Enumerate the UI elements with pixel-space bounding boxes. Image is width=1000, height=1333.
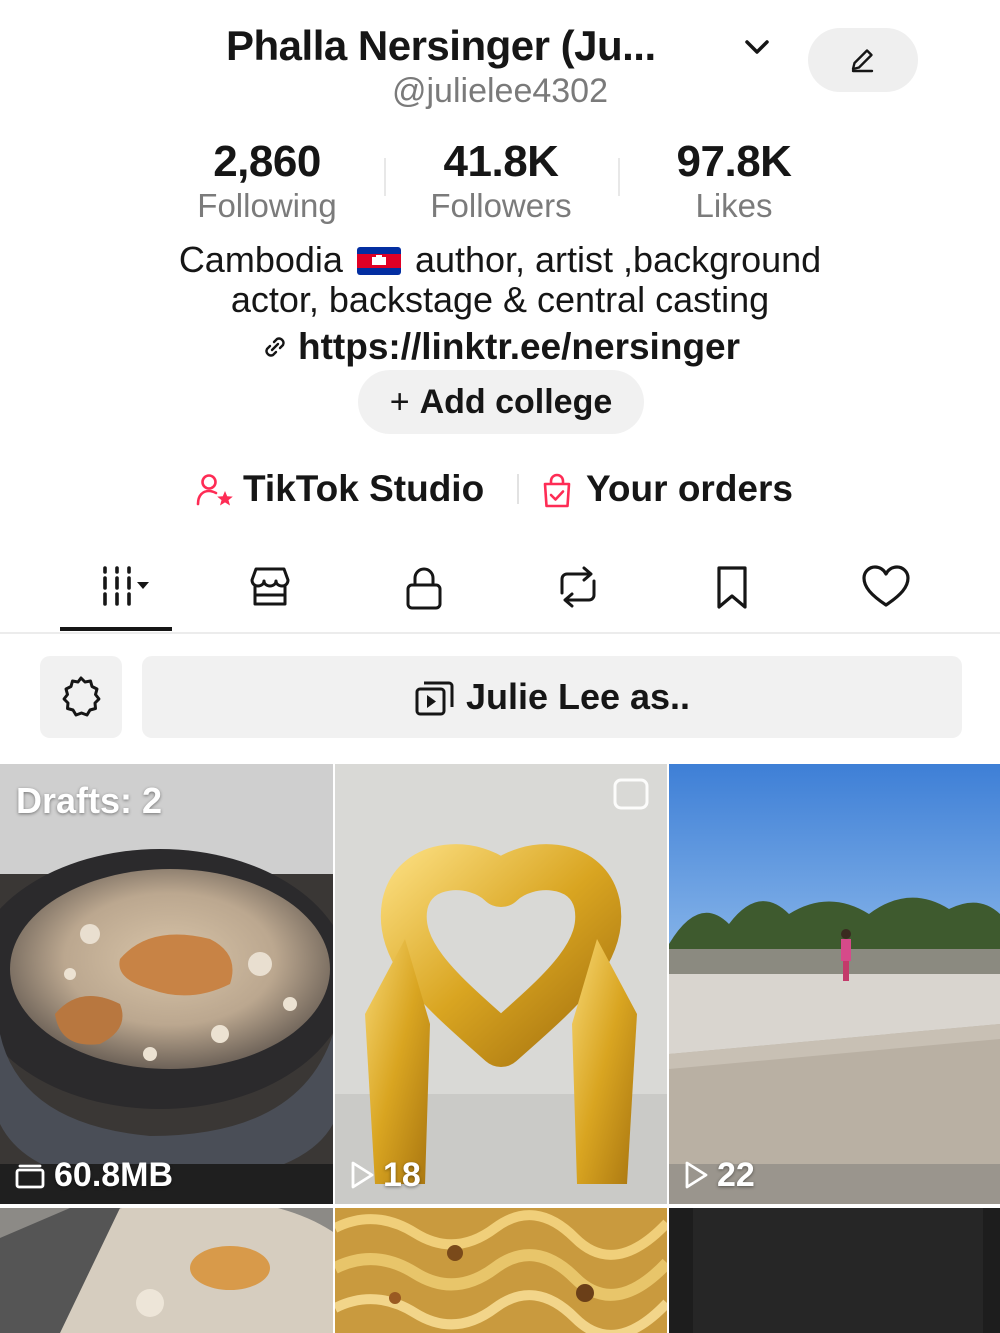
bio-line-2: actor, backstage & central casting bbox=[230, 279, 770, 320]
your-orders-label: Your orders bbox=[586, 468, 793, 509]
video-thumbnail bbox=[0, 1208, 333, 1333]
stat-divider bbox=[384, 158, 386, 196]
video-tile[interactable] bbox=[335, 1208, 667, 1333]
following-count: 2,860 bbox=[213, 137, 321, 186]
followers-label: Followers bbox=[430, 187, 572, 224]
add-college-label: Add college bbox=[419, 383, 613, 421]
chevron-down-icon[interactable] bbox=[742, 32, 772, 62]
view-count-text: 18 bbox=[383, 1156, 421, 1194]
shortcut-divider bbox=[517, 474, 519, 504]
video-thumbnail bbox=[669, 1208, 1000, 1333]
video-thumbnail bbox=[335, 1208, 667, 1333]
video-tile[interactable]: 22 bbox=[669, 764, 1000, 1204]
video-tile[interactable] bbox=[669, 1208, 1000, 1333]
video-tile[interactable]: 18 bbox=[335, 764, 667, 1204]
view-count-text: 22 bbox=[717, 1156, 755, 1194]
lock-icon bbox=[406, 567, 442, 610]
drafts-tile[interactable]: Drafts: 2 60.8MB bbox=[0, 764, 333, 1204]
playlist-icon bbox=[415, 681, 454, 716]
bio-link-text: https://linktr.ee/nersinger bbox=[297, 326, 741, 367]
video-grid: Drafts: 2 60.8MB 18 22 bbox=[0, 764, 1000, 1333]
drafts-size: 60.8MB bbox=[14, 1156, 173, 1195]
bio-text: author, artist ,background bbox=[414, 239, 822, 280]
play-icon bbox=[351, 1161, 374, 1189]
tab-videos[interactable] bbox=[60, 556, 170, 626]
playlist-label: Julie Lee as.. bbox=[465, 676, 691, 717]
settings-button[interactable] bbox=[40, 656, 122, 738]
creator-star-icon bbox=[196, 474, 233, 506]
videos-grid-icon bbox=[103, 566, 149, 606]
bio-line-1: Cambodia author, artist ,background bbox=[0, 240, 1000, 280]
grid-toolbar: Julie Lee as.. bbox=[0, 656, 1000, 740]
tab-liked[interactable] bbox=[831, 556, 941, 626]
your-orders-button[interactable]: Your orders bbox=[538, 466, 818, 516]
followers-count: 41.8K bbox=[443, 137, 559, 186]
gear-icon bbox=[62, 676, 101, 717]
video-tile[interactable] bbox=[0, 1208, 333, 1333]
profile-shortcuts: TikTok Studio Your orders bbox=[0, 466, 1000, 516]
bio-link[interactable]: https://linktr.ee/nersinger bbox=[0, 326, 1000, 368]
heart-icon bbox=[862, 565, 910, 607]
following-stat[interactable]: 2,860 Following bbox=[157, 138, 377, 226]
shop-icon bbox=[250, 567, 290, 606]
cambodia-flag-icon bbox=[356, 247, 401, 275]
playlist-button[interactable]: Julie Lee as.. bbox=[142, 656, 962, 738]
profile-header: Phalla Nersinger (Ju... bbox=[0, 18, 1000, 92]
likes-count: 97.8K bbox=[676, 137, 792, 186]
followers-stat[interactable]: 41.8K Followers bbox=[391, 138, 611, 226]
drafts-label: Drafts: 2 bbox=[16, 780, 163, 821]
tab-private[interactable] bbox=[369, 556, 479, 626]
view-count: 18 bbox=[349, 1156, 421, 1195]
profile-stats: 2,860 Following 41.8K Followers 97.8K Li… bbox=[0, 138, 1000, 228]
likes-stat[interactable]: 97.8K Likes bbox=[624, 138, 844, 226]
link-icon bbox=[265, 337, 285, 357]
drafts-thumbnail bbox=[0, 764, 333, 1204]
following-label: Following bbox=[197, 187, 337, 224]
tiktok-studio-label: TikTok Studio bbox=[243, 468, 485, 509]
add-college-button[interactable]: + Add college bbox=[358, 370, 644, 434]
shopping-bag-icon bbox=[543, 473, 571, 508]
tiktok-studio-button[interactable]: TikTok Studio bbox=[195, 466, 505, 516]
username-handle: @julielee4302 bbox=[391, 72, 608, 110]
tab-favorites[interactable] bbox=[677, 556, 787, 626]
profile-bio: Cambodia author, artist ,background acto… bbox=[0, 240, 1000, 320]
plus-icon: + bbox=[389, 383, 410, 421]
profile-tabs bbox=[0, 556, 1000, 634]
video-thumbnail bbox=[335, 764, 667, 1204]
view-count: 22 bbox=[683, 1156, 755, 1195]
play-icon bbox=[685, 1161, 708, 1189]
video-thumbnail bbox=[669, 764, 1000, 1204]
active-tab-indicator bbox=[60, 627, 172, 631]
drafts-size-text: 60.8MB bbox=[54, 1156, 174, 1194]
stat-divider bbox=[618, 158, 620, 196]
likes-label: Likes bbox=[695, 187, 773, 224]
storage-icon bbox=[15, 1164, 45, 1189]
tab-shop[interactable] bbox=[215, 556, 325, 626]
display-name[interactable]: Phalla Nersinger (Ju... bbox=[226, 22, 656, 70]
bio-country: Cambodia bbox=[178, 239, 343, 280]
bookmark-icon bbox=[717, 566, 747, 609]
repost-icon bbox=[560, 566, 596, 608]
tab-reposts[interactable] bbox=[523, 556, 633, 626]
